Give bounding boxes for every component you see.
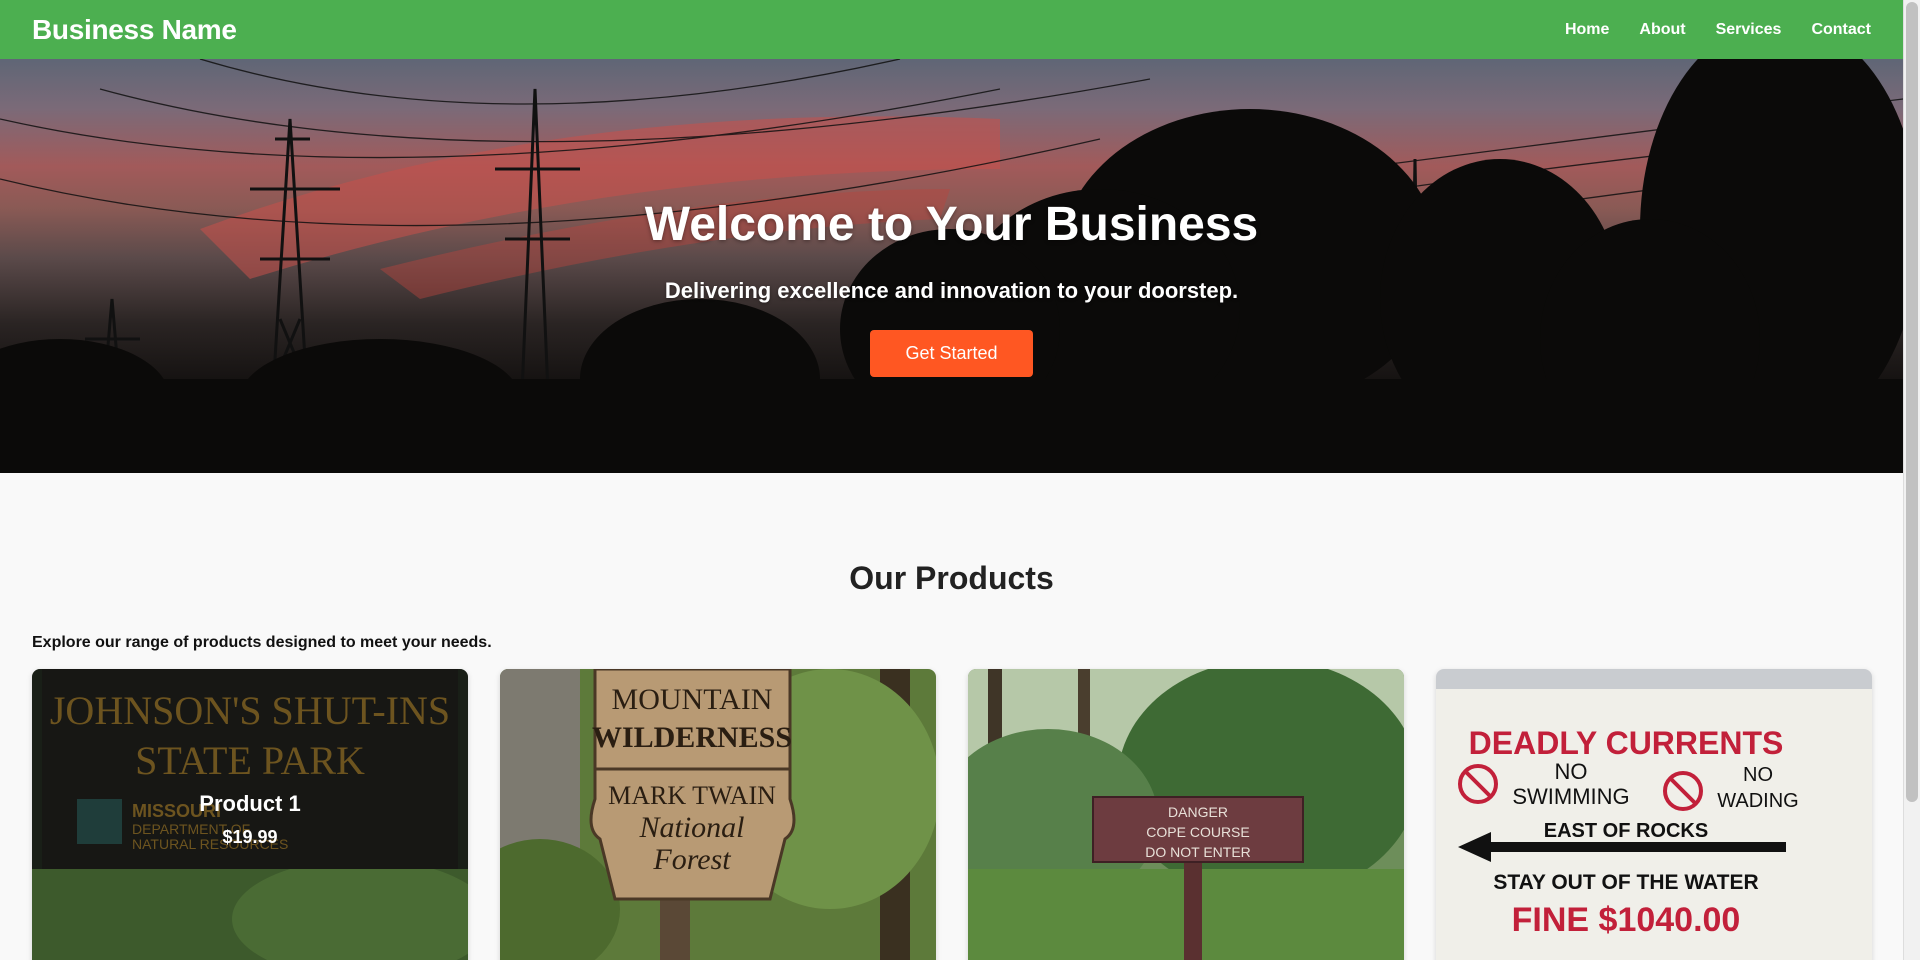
- sign-text: DO NOT ENTER: [1145, 844, 1251, 860]
- hero-content: Welcome to Your Business Delivering exce…: [0, 59, 1903, 473]
- get-started-button[interactable]: Get Started: [870, 330, 1033, 377]
- page-scrollbar[interactable]: [1903, 0, 1920, 960]
- scrollbar-thumb[interactable]: [1906, 2, 1918, 802]
- product-card-1[interactable]: JOHNSON'S SHUT-INS STATE PARK MISSOURI D…: [32, 669, 468, 960]
- site-header: Business Name Home About Services Contac…: [0, 0, 1903, 59]
- hero-title: Welcome to Your Business: [644, 198, 1259, 251]
- sign-text: FINE $1040.00: [1512, 901, 1741, 939]
- products-description: Explore our range of products designed t…: [32, 634, 492, 651]
- main-nav: Home About Services Contact: [1565, 21, 1871, 39]
- nav-contact-link[interactable]: Contact: [1811, 21, 1871, 39]
- sign-text: MOUNTAIN: [612, 683, 773, 716]
- sign-text: EAST OF ROCKS: [1544, 820, 1708, 842]
- product-3-image: DANGER COPE COURSE DO NOT ENTER: [968, 669, 1404, 960]
- product-2-image: MOUNTAIN WILDERNESS MARK TWAIN National …: [500, 669, 936, 960]
- sign-text: SWIMMING: [1512, 784, 1629, 809]
- sign-text: MARK TWAIN: [608, 781, 776, 810]
- sign-text: STAY OUT OF THE WATER: [1493, 871, 1758, 894]
- product-name: Product 1: [199, 790, 301, 816]
- sign-text: NO: [1555, 759, 1588, 784]
- nav-about-link[interactable]: About: [1639, 21, 1685, 39]
- product-4-image: DEADLY CURRENTS NO SWIMMING NO WADING EA…: [1436, 669, 1872, 960]
- products-section-title: Our Products: [849, 560, 1054, 596]
- hero-subtitle: Delivering excellence and innovation to …: [664, 278, 1239, 303]
- product-card-2[interactable]: MOUNTAIN WILDERNESS MARK TWAIN National …: [500, 669, 936, 960]
- hero-section: Welcome to Your Business Delivering exce…: [0, 59, 1903, 473]
- product-1-overlay: Product 1 $19.99: [32, 669, 468, 869]
- product-card-3[interactable]: DANGER COPE COURSE DO NOT ENTER: [968, 669, 1404, 960]
- sign-text: COPE COURSE: [1146, 824, 1249, 840]
- sign-text: Forest: [652, 843, 731, 876]
- brand-name[interactable]: Business Name: [32, 14, 237, 46]
- sign-text: National: [638, 811, 744, 844]
- nav-services-link[interactable]: Services: [1716, 21, 1782, 39]
- sign-text: NO: [1743, 764, 1773, 786]
- product-card-list: JOHNSON'S SHUT-INS STATE PARK MISSOURI D…: [32, 669, 1872, 960]
- sign-text: WADING: [1717, 790, 1798, 812]
- sign-text: DEADLY CURRENTS: [1469, 725, 1784, 761]
- nav-home-link[interactable]: Home: [1565, 21, 1609, 39]
- sign-text: DANGER: [1168, 804, 1228, 820]
- product-card-4[interactable]: DEADLY CURRENTS NO SWIMMING NO WADING EA…: [1436, 669, 1872, 960]
- product-price: $19.99: [222, 826, 278, 847]
- sign-text: WILDERNESS: [592, 721, 792, 754]
